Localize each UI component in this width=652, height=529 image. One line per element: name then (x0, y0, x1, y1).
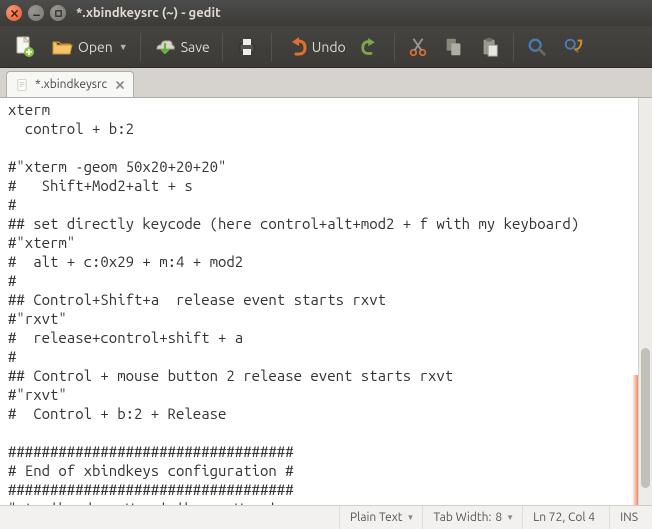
copy-button[interactable] (437, 30, 471, 64)
insert-mode-label: INS (620, 511, 638, 524)
window-minimize-button[interactable] (28, 5, 44, 21)
tab-width-value: 8 (495, 511, 502, 524)
status-bar: Plain Text ▼ Tab Width: 8 ▼ Ln 72, Col 4… (0, 505, 652, 529)
editor-area: xterm control + b:2 #"xterm -geom 50x20+… (0, 98, 652, 505)
vertical-scrollbar[interactable] (638, 98, 652, 505)
redo-icon (360, 36, 382, 58)
replace-button[interactable] (556, 30, 590, 64)
text-editor[interactable]: xterm control + b:2 #"xterm -geom 50x20+… (0, 98, 638, 505)
tab-close-button[interactable] (113, 78, 127, 92)
undo-button[interactable]: Undo (278, 30, 352, 64)
undo-icon (284, 35, 308, 59)
syntax-mode-selector[interactable]: Plain Text ▼ (339, 506, 422, 529)
tab-bar: *.xbindkeysrc (0, 68, 652, 98)
toolbar-separator (513, 33, 514, 61)
document-icon (15, 78, 29, 92)
open-label: Open (78, 39, 113, 55)
copy-icon (443, 36, 465, 58)
open-dropdown-arrow[interactable]: ▼ (119, 42, 128, 52)
toolbar-separator (140, 33, 141, 61)
insert-mode[interactable]: INS (609, 506, 652, 529)
paste-button[interactable] (473, 30, 507, 64)
replace-icon (562, 36, 584, 58)
cut-icon (407, 36, 429, 58)
titlebar: *.xbindkeysrc (~) - gedit (0, 0, 652, 26)
toolbar-separator (222, 33, 223, 61)
tab-width-label: Tab Width: (433, 511, 491, 524)
tab-label: *.xbindkeysrc (35, 78, 107, 91)
open-button[interactable]: Open ▼ (44, 30, 134, 64)
print-icon (235, 35, 259, 59)
toolbar: Open ▼ Save Undo (0, 26, 652, 68)
cursor-position-label: Ln 72, Col 4 (533, 511, 595, 524)
cut-button[interactable] (401, 30, 435, 64)
dropdown-arrow-icon: ▼ (407, 513, 415, 522)
redo-button[interactable] (354, 30, 388, 64)
find-button[interactable] (520, 30, 554, 64)
print-button[interactable] (229, 30, 265, 64)
dropdown-arrow-icon: ▼ (506, 513, 514, 522)
scroll-thumb[interactable] (641, 348, 650, 488)
new-file-icon (12, 35, 36, 59)
new-file-button[interactable] (6, 30, 42, 64)
window-close-button[interactable] (6, 5, 22, 21)
toolbar-separator (271, 33, 272, 61)
open-folder-icon (50, 35, 74, 59)
cursor-position: Ln 72, Col 4 (522, 506, 609, 529)
save-button[interactable]: Save (147, 30, 216, 64)
window-maximize-button[interactable] (50, 5, 66, 21)
paste-icon (479, 36, 501, 58)
tab-width-selector[interactable]: Tab Width: 8 ▼ (422, 506, 522, 529)
tab-xbindkeysrc[interactable]: *.xbindkeysrc (6, 71, 134, 97)
undo-label: Undo (312, 39, 346, 55)
search-icon (526, 36, 548, 58)
toolbar-separator (394, 33, 395, 61)
save-icon (153, 35, 177, 59)
editor-content: xterm control + b:2 #"xterm -geom 50x20+… (8, 101, 579, 505)
save-label: Save (181, 39, 210, 55)
syntax-mode-label: Plain Text (350, 511, 403, 524)
window-title: *.xbindkeysrc (~) - gedit (76, 6, 221, 20)
